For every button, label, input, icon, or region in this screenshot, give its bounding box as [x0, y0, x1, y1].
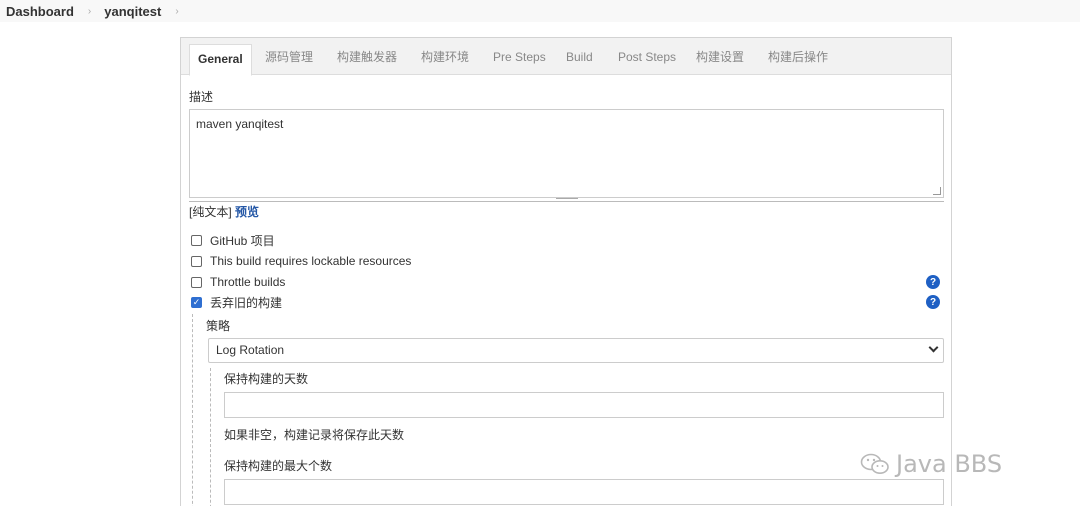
option-label: GitHub 项目	[210, 233, 275, 248]
throttle-builds-checkbox[interactable]	[191, 276, 202, 288]
lockable-resources-checkbox[interactable]	[191, 255, 202, 267]
watermark: Java BBS	[860, 450, 1002, 478]
strategy-label: 策略	[206, 319, 231, 333]
tab-build-settings[interactable]: 构建设置	[696, 44, 744, 70]
github-project-checkbox[interactable]	[191, 234, 202, 246]
tab-build[interactable]: Build	[566, 44, 593, 70]
tab-build-triggers[interactable]: 构建触发器	[337, 44, 397, 70]
description-textarea[interactable]: maven yanqitest	[189, 109, 944, 198]
option-lockable-resources[interactable]: This build requires lockable resources	[191, 252, 411, 270]
help-icon[interactable]: ?	[926, 275, 940, 289]
option-throttle-builds[interactable]: Throttle builds	[191, 273, 285, 291]
max-builds-label: 保持构建的最大个数	[224, 459, 333, 473]
breadcrumb-dashboard[interactable]: Dashboard	[6, 4, 74, 19]
config-panel: General 源码管理 构建触发器 构建环境 Pre Steps Build …	[180, 37, 952, 506]
discard-old-builds-checkbox[interactable]: ✓	[191, 296, 202, 308]
breadcrumb-separator: ›	[87, 5, 92, 17]
textarea-resize-bar[interactable]	[189, 197, 944, 202]
option-discard-old-builds[interactable]: ✓ 丢弃旧的构建	[191, 293, 282, 311]
breadcrumb: Dashboard › yanqitest ›	[0, 0, 1080, 22]
preview-link[interactable]: 预览	[235, 205, 259, 219]
option-label: 丢弃旧的构建	[210, 295, 283, 310]
strategy-select[interactable]: Log Rotation	[208, 338, 944, 363]
strategy-selected-value: Log Rotation	[216, 343, 285, 357]
days-to-keep-hint: 如果非空，构建记录将保存此天数	[224, 428, 405, 442]
plain-text-label: [纯文本]	[189, 205, 232, 219]
tab-source-control[interactable]: 源码管理	[265, 44, 313, 70]
tab-post-build-actions[interactable]: 构建后操作	[768, 44, 828, 70]
drag-handle-icon[interactable]	[556, 198, 578, 200]
max-builds-input[interactable]	[224, 479, 944, 505]
tab-post-steps[interactable]: Post Steps	[618, 44, 676, 70]
resize-grip-icon[interactable]	[933, 187, 941, 195]
option-github-project[interactable]: GitHub 项目	[191, 231, 275, 249]
description-text: maven yanqitest	[196, 117, 284, 131]
chevron-down-icon	[928, 342, 939, 353]
wechat-icon	[860, 453, 889, 474]
option-label: Throttle builds	[210, 275, 286, 289]
watermark-text: Java BBS	[896, 450, 1003, 478]
help-icon[interactable]: ?	[926, 295, 940, 309]
check-icon: ✓	[192, 296, 201, 307]
days-to-keep-input[interactable]	[224, 392, 944, 418]
description-label: 描述	[189, 90, 214, 104]
tab-build-environment[interactable]: 构建环境	[421, 44, 469, 70]
nested-subsection-guide	[210, 368, 211, 506]
breadcrumb-separator[interactable]: ›	[175, 6, 178, 17]
option-label: This build requires lockable resources	[210, 254, 412, 268]
tab-bar: General 源码管理 构建触发器 构建环境 Pre Steps Build …	[181, 38, 951, 76]
tab-general[interactable]: General	[189, 44, 252, 76]
tab-pre-steps[interactable]: Pre Steps	[493, 44, 546, 70]
days-to-keep-label: 保持构建的天数	[224, 372, 309, 386]
nested-section-guide	[192, 314, 193, 506]
breadcrumb-job[interactable]: yanqitest	[104, 4, 161, 19]
preview-links: [纯文本] 预览	[189, 203, 259, 220]
